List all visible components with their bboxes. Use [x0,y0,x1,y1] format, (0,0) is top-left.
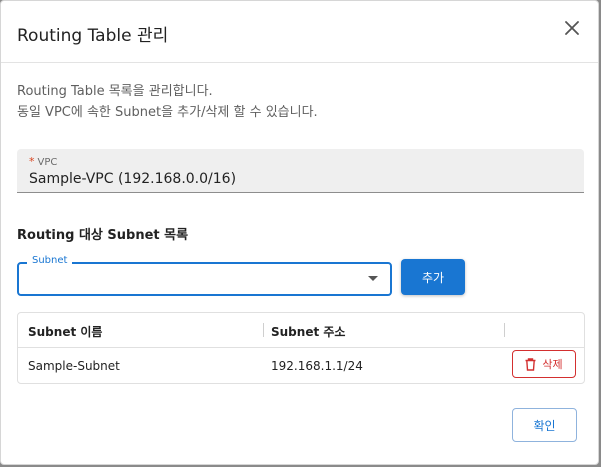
description-line-1: Routing Table 목록을 관리합니다. [17,84,213,99]
subnet-address-cell: 192.168.1.1/24 [271,359,363,373]
subnet-table: Subnet 이름 Subnet 주소 Sample-Subnet 192.16… [17,312,585,384]
add-subnet-button[interactable]: 추가 [401,259,465,295]
dialog-description: Routing Table 목록을 관리합니다. 동일 VPC에 속한 Subn… [17,81,318,123]
delete-subnet-button[interactable]: 삭제 [512,350,576,378]
routing-table-dialog: Routing Table 관리 Routing Table 목록을 관리합니다… [0,0,599,465]
column-separator [263,323,264,337]
vpc-field: * VPC Sample-VPC (192.168.0.0/16) [17,149,584,193]
vpc-label-text: VPC [37,157,58,168]
table-header: Subnet 이름 Subnet 주소 [18,313,584,348]
delete-button-label: 삭제 [542,358,563,371]
vpc-field-value: Sample-VPC (192.168.0.0/16) [29,171,237,187]
column-header-subnet-name: Subnet 이름 [28,325,103,339]
close-button[interactable] [562,18,582,38]
subnet-select-label: Subnet [27,255,73,266]
description-line-2: 동일 VPC에 속한 Subnet을 추가/삭제 할 수 있습니다. [17,105,318,120]
vpc-field-label: * VPC [29,155,57,168]
close-icon [565,21,579,35]
subnet-select[interactable]: Subnet [17,255,392,296]
caret-down-icon [368,276,378,281]
dialog-title: Routing Table 관리 [17,26,169,46]
subnet-name-cell: Sample-Subnet [28,359,120,373]
column-header-subnet-address: Subnet 주소 [271,325,346,339]
subnet-section-title: Routing 대상 Subnet 목록 [17,228,189,243]
confirm-button[interactable]: 확인 [512,408,577,442]
trash-icon [525,357,536,371]
dialog-header: Routing Table 관리 [1,1,598,63]
column-separator [504,323,505,337]
required-mark: * [29,155,35,168]
